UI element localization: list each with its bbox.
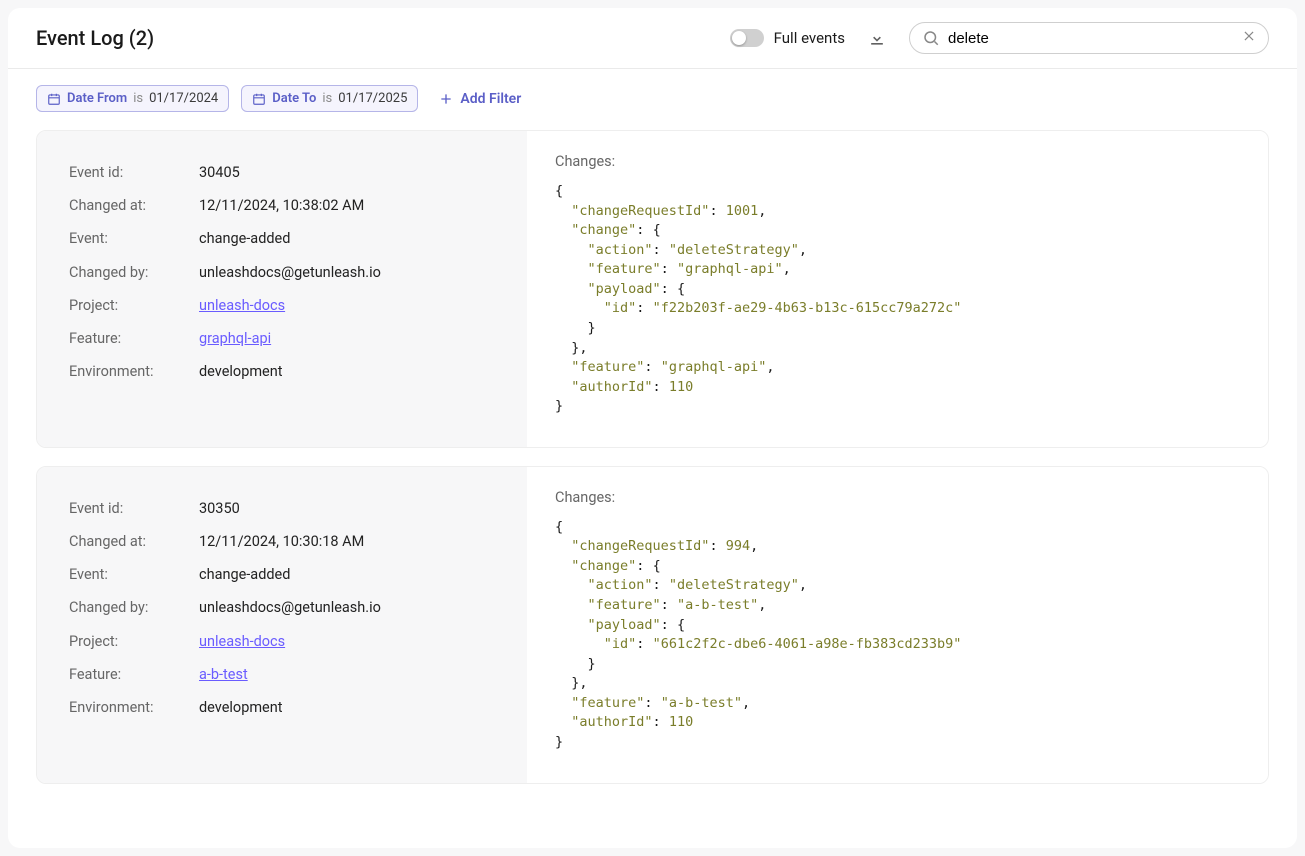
detail-label: Event id: [69, 161, 199, 184]
detail-row-feature: Feature:graphql-api [69, 327, 495, 350]
add-filter-label: Add Filter [460, 91, 521, 107]
detail-label: Changed by: [69, 261, 199, 284]
detail-row-environment: Environment:development [69, 696, 495, 719]
close-icon [1242, 29, 1256, 43]
filter-date-to-value: 01/17/2025 [338, 91, 407, 106]
detail-value[interactable]: a-b-test [199, 663, 248, 686]
page-title: Event Log (2) [36, 26, 714, 50]
detail-value: unleashdocs@getunleash.io [199, 261, 381, 284]
add-filter-button[interactable]: Add Filter [430, 86, 529, 112]
event-changes: Changes: { "changeRequestId": 1001, "chan… [527, 131, 1268, 447]
download-button[interactable] [861, 22, 893, 54]
plus-icon [438, 91, 454, 107]
detail-row-event-id: Event id:30350 [69, 497, 495, 520]
filter-date-from-op: is [133, 91, 143, 106]
detail-value: unleashdocs@getunleash.io [199, 596, 381, 619]
detail-value[interactable]: unleash-docs [199, 630, 285, 653]
detail-value: 12/11/2024, 10:30:18 AM [199, 530, 364, 553]
detail-label: Changed by: [69, 596, 199, 619]
detail-value: 30350 [199, 497, 240, 520]
calendar-icon [252, 92, 266, 106]
detail-label: Feature: [69, 327, 199, 350]
search-input[interactable] [948, 30, 1234, 47]
detail-row-changed-at: Changed at:12/11/2024, 10:30:18 AM [69, 530, 495, 553]
filter-date-to[interactable]: Date To is 01/17/2025 [241, 85, 418, 112]
detail-row-changed-at: Changed at:12/11/2024, 10:38:02 AM [69, 194, 495, 217]
detail-label: Event id: [69, 497, 199, 520]
full-events-toggle-label: Full events [774, 29, 845, 47]
detail-row-project: Project:unleash-docs [69, 630, 495, 653]
changes-json: { "changeRequestId": 994, "change": { "a… [555, 518, 1240, 753]
detail-label: Event: [69, 227, 199, 250]
event-card: Event id:30350Changed at:12/11/2024, 10:… [36, 466, 1269, 784]
detail-value: development [199, 360, 283, 383]
filter-bar: Date From is 01/17/2024 Date To is 01/17… [8, 69, 1297, 130]
detail-row-event: Event:change-added [69, 227, 495, 250]
detail-value: 30405 [199, 161, 240, 184]
detail-value[interactable]: unleash-docs [199, 294, 285, 317]
filter-date-from-value: 01/17/2024 [149, 91, 218, 106]
detail-value: development [199, 696, 283, 719]
detail-label: Environment: [69, 360, 199, 383]
full-events-toggle-group: Full events [730, 29, 845, 47]
detail-label: Event: [69, 563, 199, 586]
detail-value[interactable]: graphql-api [199, 327, 271, 350]
full-events-toggle[interactable] [730, 29, 764, 47]
detail-row-changed-by: Changed by:unleashdocs@getunleash.io [69, 596, 495, 619]
event-changes: Changes: { "changeRequestId": 994, "chang… [527, 467, 1268, 783]
filter-date-from[interactable]: Date From is 01/17/2024 [36, 85, 229, 112]
search-icon [922, 29, 940, 47]
detail-label: Project: [69, 630, 199, 653]
project-link[interactable]: unleash-docs [199, 633, 285, 650]
page-header: Event Log (2) Full events [8, 8, 1297, 69]
detail-row-project: Project:unleash-docs [69, 294, 495, 317]
detail-row-event-id: Event id:30405 [69, 161, 495, 184]
filter-date-to-label: Date To [272, 91, 316, 106]
changes-json: { "changeRequestId": 1001, "change": { "… [555, 182, 1240, 417]
detail-label: Environment: [69, 696, 199, 719]
detail-value: 12/11/2024, 10:38:02 AM [199, 194, 364, 217]
calendar-icon [47, 92, 61, 106]
detail-label: Feature: [69, 663, 199, 686]
download-icon [867, 28, 887, 48]
feature-link[interactable]: a-b-test [199, 666, 248, 683]
event-details: Event id:30350Changed at:12/11/2024, 10:… [37, 467, 527, 783]
feature-link[interactable]: graphql-api [199, 330, 271, 347]
detail-value: change-added [199, 227, 290, 250]
detail-row-changed-by: Changed by:unleashdocs@getunleash.io [69, 261, 495, 284]
changes-label: Changes: [555, 153, 1240, 170]
project-link[interactable]: unleash-docs [199, 297, 285, 314]
detail-value: change-added [199, 563, 290, 586]
event-details: Event id:30405Changed at:12/11/2024, 10:… [37, 131, 527, 447]
detail-row-event: Event:change-added [69, 563, 495, 586]
detail-label: Project: [69, 294, 199, 317]
filter-date-to-op: is [322, 91, 332, 106]
detail-label: Changed at: [69, 194, 199, 217]
filter-date-from-label: Date From [67, 91, 127, 106]
detail-row-feature: Feature:a-b-test [69, 663, 495, 686]
changes-label: Changes: [555, 489, 1240, 506]
detail-label: Changed at: [69, 530, 199, 553]
search-clear-button[interactable] [1242, 29, 1256, 47]
detail-row-environment: Environment:development [69, 360, 495, 383]
event-card: Event id:30405Changed at:12/11/2024, 10:… [36, 130, 1269, 448]
event-list: Event id:30405Changed at:12/11/2024, 10:… [8, 130, 1297, 812]
search-box[interactable] [909, 22, 1269, 54]
